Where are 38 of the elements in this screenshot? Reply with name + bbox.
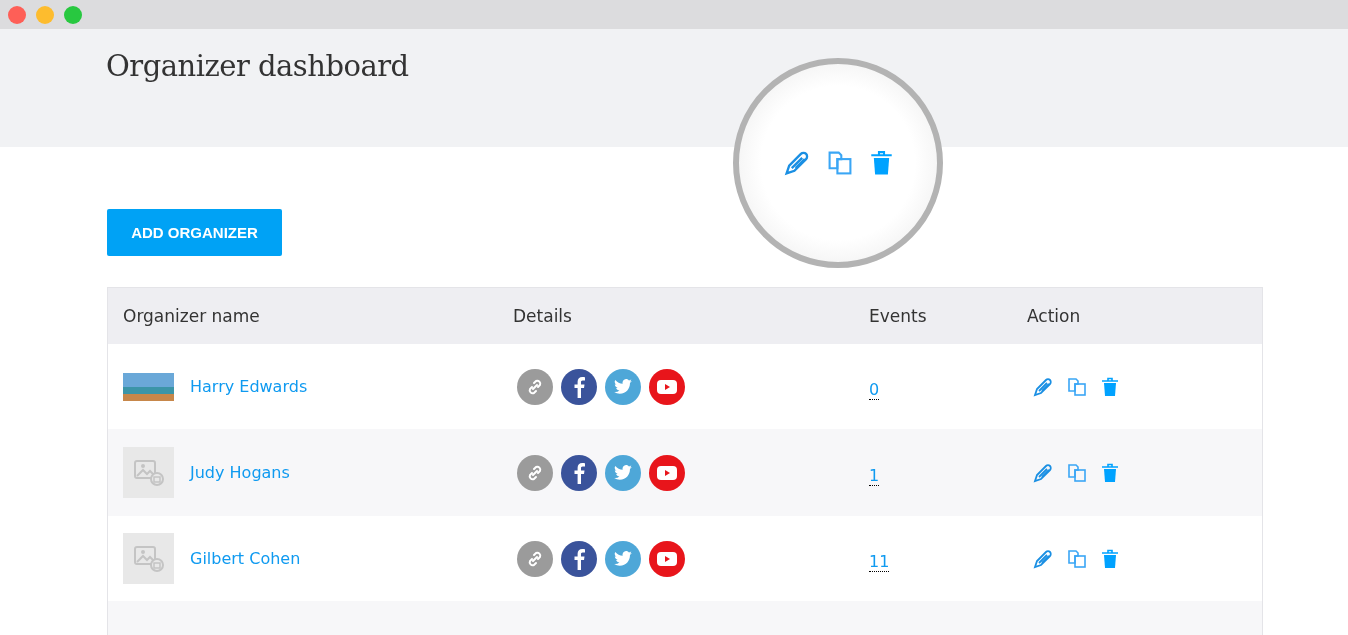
edit-icon[interactable] bbox=[1033, 548, 1053, 569]
events-count-link[interactable]: 0 bbox=[869, 379, 880, 400]
column-header: Events bbox=[869, 306, 928, 326]
column-header: Details bbox=[513, 306, 573, 326]
edit-icon[interactable] bbox=[1033, 376, 1053, 397]
events-count-link[interactable]: 1 bbox=[869, 465, 880, 486]
trash-icon[interactable] bbox=[1101, 548, 1119, 569]
organizer-name-link[interactable]: Harry Edwards bbox=[190, 377, 308, 396]
play-icon[interactable] bbox=[649, 540, 685, 577]
add-organizer-button[interactable]: ADD ORGANIZER bbox=[107, 209, 282, 256]
column-header: Organizer name bbox=[122, 306, 261, 326]
organizer-name-link[interactable]: Gilbert Cohen bbox=[190, 549, 301, 568]
bird-icon[interactable] bbox=[605, 368, 641, 405]
page-title: Organizer dashboard bbox=[106, 49, 410, 83]
trash-icon[interactable] bbox=[1101, 462, 1119, 483]
play-icon[interactable] bbox=[649, 454, 685, 491]
copy-icon[interactable] bbox=[1067, 376, 1087, 397]
trash-icon bbox=[869, 150, 893, 176]
play-icon[interactable] bbox=[649, 368, 685, 405]
column-header: Action bbox=[1027, 306, 1082, 326]
copy-icon[interactable] bbox=[1067, 548, 1087, 569]
close-button[interactable] bbox=[8, 5, 26, 24]
link-icon[interactable] bbox=[517, 454, 553, 491]
trash-icon[interactable] bbox=[1101, 376, 1119, 397]
organizer-name-link[interactable]: Judy Hogans bbox=[190, 463, 290, 482]
bird-icon[interactable] bbox=[605, 454, 641, 491]
edit-icon[interactable] bbox=[1033, 462, 1053, 483]
facebook-icon[interactable] bbox=[561, 454, 597, 491]
events-count-link[interactable]: 11 bbox=[869, 551, 890, 572]
bird-icon[interactable] bbox=[605, 540, 641, 577]
edit-icon bbox=[783, 150, 810, 176]
maximize-button[interactable] bbox=[64, 5, 82, 24]
link-icon[interactable] bbox=[517, 368, 553, 405]
link-icon[interactable] bbox=[517, 540, 553, 577]
facebook-icon[interactable] bbox=[561, 368, 597, 405]
copy-icon[interactable] bbox=[1067, 462, 1087, 483]
facebook-icon[interactable] bbox=[561, 540, 597, 577]
copy-icon bbox=[826, 150, 853, 176]
